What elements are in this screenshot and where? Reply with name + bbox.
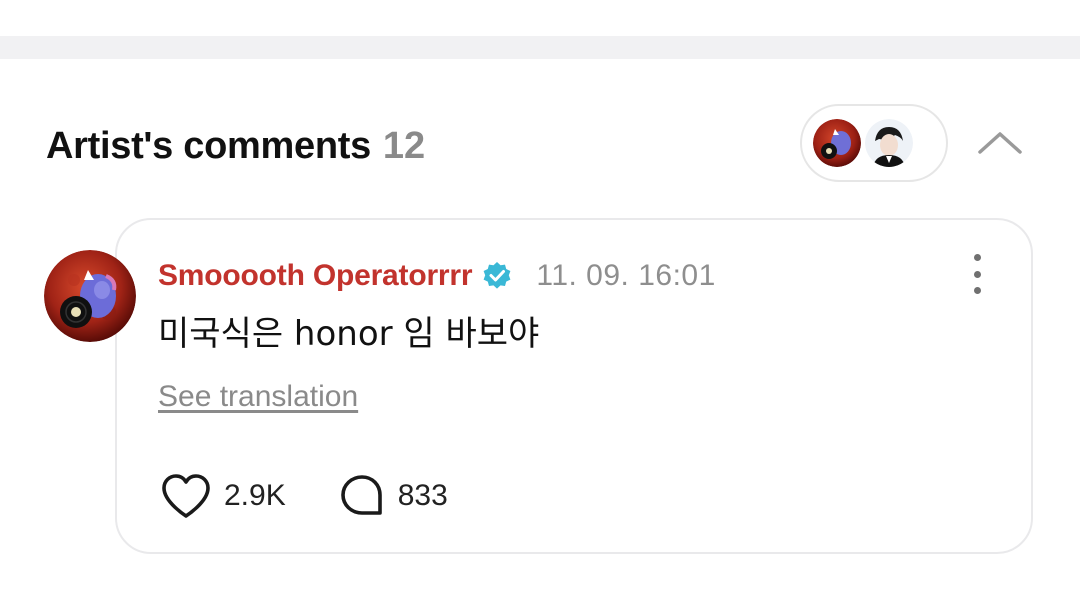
like-count: 2.9K bbox=[224, 479, 286, 512]
collapse-button[interactable] bbox=[976, 124, 1024, 160]
comment-count: 12 bbox=[382, 124, 426, 167]
reply-button[interactable]: 833 bbox=[338, 472, 448, 520]
comment-timestamp: 11. 09. 16:01 bbox=[536, 259, 716, 292]
like-button[interactable]: 2.9K bbox=[160, 472, 286, 520]
section-divider bbox=[0, 36, 1080, 59]
reply-count: 833 bbox=[397, 479, 448, 512]
artist-avatar-stack[interactable] bbox=[800, 104, 948, 182]
author-name[interactable]: Smooooth Operatorrrr bbox=[158, 259, 473, 293]
heart-icon bbox=[162, 474, 210, 518]
chevron-up-icon bbox=[978, 132, 1022, 154]
more-options-button[interactable] bbox=[964, 254, 990, 294]
comment-text: 미국식은 honor 임 바보야 bbox=[158, 314, 540, 354]
chat-bubble-icon bbox=[340, 475, 382, 515]
section-header: Artist's comments 12 bbox=[46, 118, 425, 174]
avatar bbox=[810, 116, 864, 170]
comment-meta: Smooooth Operatorrrr 11. 09. 16:01 bbox=[158, 254, 716, 298]
comment-actions: 2.9K 833 bbox=[160, 470, 448, 522]
avatar bbox=[862, 116, 916, 170]
top-spacer bbox=[0, 0, 1080, 36]
more-vertical-icon bbox=[973, 254, 981, 261]
verified-check-icon bbox=[483, 262, 511, 289]
see-translation-link[interactable]: See translation bbox=[158, 380, 358, 414]
section-title: Artist's comments bbox=[46, 124, 371, 167]
author-avatar[interactable] bbox=[44, 250, 136, 342]
